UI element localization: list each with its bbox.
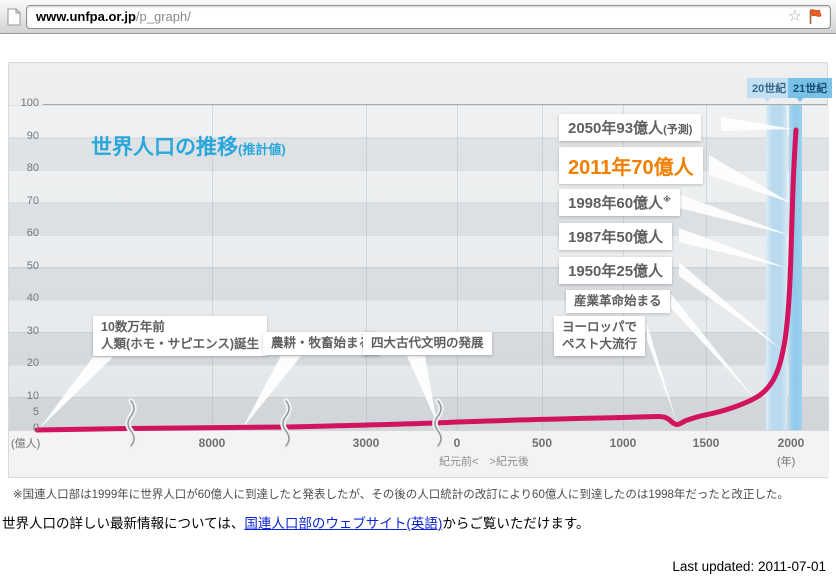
annotation-2011: 2011年70億人 [559, 147, 703, 184]
y-tick-label: 10 [9, 390, 39, 402]
info-line: 世界人口の詳しい最新情報については、国連人口部のウェブサイト(英語)からご覧いた… [2, 512, 589, 532]
x-tick-label: 3000 [336, 436, 396, 450]
x-tick-label: 1000 [593, 436, 653, 450]
tab-21st-century: 21世紀 [788, 78, 832, 98]
annotation-homo-sapiens: 10数万年前人類(ホモ・サピエンス)誕生 [93, 316, 267, 356]
x-tick-label: 1500 [676, 436, 736, 450]
un-population-link[interactable]: 国連人口部のウェブサイト(英語) [244, 516, 442, 531]
annotation-1998: 1998年60億人※ [559, 189, 680, 216]
x-unit-label: (年) [777, 453, 795, 469]
chart-title-suffix: (推計値) [238, 142, 286, 157]
annotation-2050-suffix: (予測) [663, 124, 692, 136]
x-tick-label: 2000 [761, 436, 821, 450]
x-tick-label: 500 [512, 436, 572, 450]
url-text: www.unfpa.or.jp/p_graph/ [36, 9, 191, 24]
y-tick-label: 0 [9, 422, 39, 434]
x-tick-label: 8000 [182, 436, 242, 450]
y-tick-label: 90 [9, 130, 39, 142]
x-tick-label: 0 [427, 436, 487, 450]
tab-pointer-20c [762, 96, 772, 102]
y-tick-label: 50 [9, 260, 39, 272]
info-line-pre: 世界人口の詳しい最新情報については、 [2, 516, 244, 531]
last-updated: Last updated: 2011-07-01 [672, 559, 826, 574]
population-chart-panel: 世界人口の推移(推計値) 20世紀 21世紀 100 90 80 70 60 5… [8, 62, 828, 478]
chart-overlay-svg [9, 63, 829, 479]
y-tick-label: 60 [9, 227, 39, 239]
chart-title: 世界人口の推移(推計値) [91, 131, 286, 161]
tab-pointer-21c [795, 96, 805, 102]
y-tick-label: 5 [9, 406, 39, 418]
tab-20th-century: 20世紀 [747, 78, 791, 98]
annotation-2050: 2050年93億人(予測) [559, 114, 701, 141]
annotation-2050-text: 2050年93億人 [568, 120, 663, 137]
annotation-plague-line1: ヨーロッパで [562, 320, 637, 334]
chart-title-main: 世界人口の推移 [91, 136, 238, 159]
annotation-agriculture: 農耕・牧畜始まる [263, 332, 379, 355]
y-tick-label: 30 [9, 325, 39, 337]
footnote-text: ※国連人口部は1999年に世界人口が60億人に到達したと発表したが、その後の人口… [13, 486, 825, 502]
y-tick-label: 100 [9, 97, 39, 109]
annotation-plague: ヨーロッパでペスト大流行 [554, 316, 645, 356]
url-path: /p_graph/ [136, 9, 191, 24]
annotation-1998-text: 1998年60億人 [568, 195, 663, 212]
era-label: 紀元前< >紀元後 [439, 453, 579, 469]
y-tick-label: 20 [9, 357, 39, 369]
annotation-four-civilizations: 四大古代文明の発展 [363, 332, 492, 355]
y-tick-label: 70 [9, 195, 39, 207]
annotation-plague-line2: ペスト大流行 [562, 337, 637, 351]
info-line-post: からご覧いただけます。 [442, 516, 589, 531]
flag-icon[interactable] [806, 8, 823, 31]
y-tick-label: 80 [9, 162, 39, 174]
annotation-industrial-revolution: 産業革命始まる [566, 290, 670, 313]
annotation-homo-line1: 10数万年前 [101, 320, 165, 334]
bookmark-star-icon[interactable]: ☆ [788, 6, 802, 28]
browser-toolbar: www.unfpa.or.jp/p_graph/ ☆ [0, 0, 836, 34]
y-tick-label: 40 [9, 292, 39, 304]
annotation-1950: 1950年25億人 [559, 257, 672, 284]
page: www.unfpa.or.jp/p_graph/ ☆ [0, 0, 836, 583]
y-unit-label: (億人) [11, 435, 40, 451]
address-bar[interactable]: www.unfpa.or.jp/p_graph/ ☆ [26, 5, 831, 29]
annotation-1987: 1987年50億人 [559, 223, 672, 250]
annotation-homo-line2: 人類(ホモ・サピエンス)誕生 [101, 337, 259, 351]
page-icon [7, 8, 21, 31]
annotation-1998-footnote-mark: ※ [663, 195, 671, 204]
url-host: www.unfpa.or.jp [36, 9, 136, 24]
